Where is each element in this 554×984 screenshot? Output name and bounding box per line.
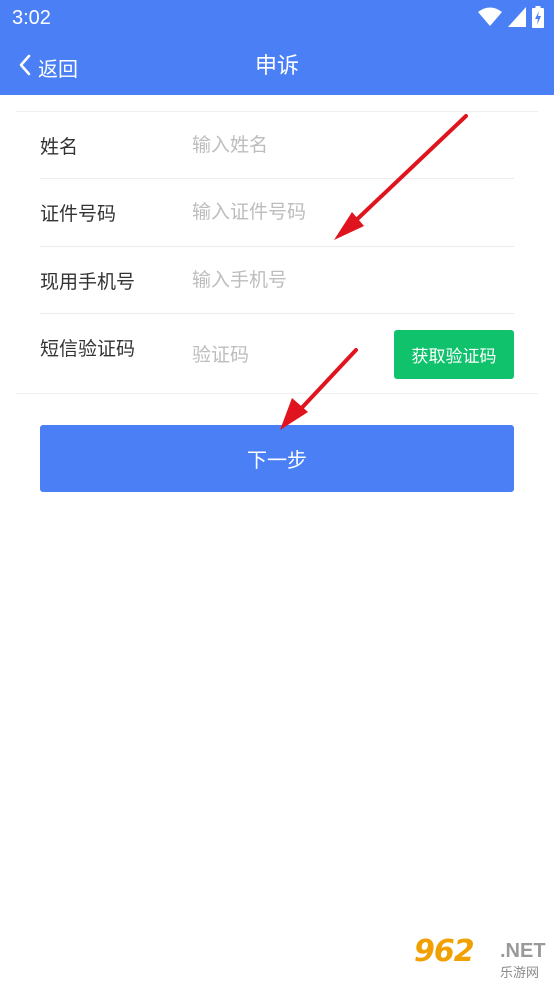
- status-bar: 3:02: [0, 0, 554, 38]
- status-icons: [478, 6, 544, 32]
- name-label: 姓名: [40, 136, 79, 158]
- phone-input[interactable]: [192, 263, 392, 297]
- form-row-name: 姓名: [40, 112, 514, 178]
- phone-label: 现用手机号: [40, 271, 136, 293]
- screen: 3:02 返回 申诉 姓名 输入姓名 证件号码 输入证件号码 现用手机号 输入手…: [0, 0, 554, 984]
- signal-icon: [508, 7, 526, 31]
- watermark-logo: 962 .NET 乐游网: [414, 934, 550, 981]
- sms-code-label: 短信验证码: [40, 338, 136, 360]
- get-sms-code-button[interactable]: 获取验证码: [394, 330, 514, 379]
- app-bar: 返回 申诉: [0, 38, 554, 95]
- sms-code-input[interactable]: [192, 338, 372, 372]
- form-row-phone: 现用手机号: [40, 247, 514, 313]
- chevron-left-icon: [18, 53, 32, 81]
- wifi-icon: [478, 7, 502, 31]
- watermark-sub-text: 乐游网: [500, 966, 540, 981]
- back-button[interactable]: 返回: [18, 49, 78, 85]
- back-label: 返回: [38, 56, 78, 81]
- name-input[interactable]: [192, 128, 392, 162]
- watermark-net-text: .NET: [500, 940, 546, 962]
- battery-charging-icon: [532, 6, 544, 32]
- form-row-sms-code: 短信验证码 获取验证码: [40, 314, 514, 394]
- id-number-label: 证件号码: [40, 203, 117, 225]
- id-number-input[interactable]: [192, 195, 392, 229]
- next-step-button[interactable]: 下一步: [40, 425, 514, 492]
- status-time: 3:02: [12, 7, 51, 29]
- form-row-id-number: 证件号码: [40, 179, 514, 246]
- watermark-logo-text: 962: [414, 934, 475, 969]
- page-title: 申诉: [254, 54, 299, 79]
- appeal-form: 姓名 证件号码 现用手机号 短信验证码 获取验证码: [16, 111, 538, 394]
